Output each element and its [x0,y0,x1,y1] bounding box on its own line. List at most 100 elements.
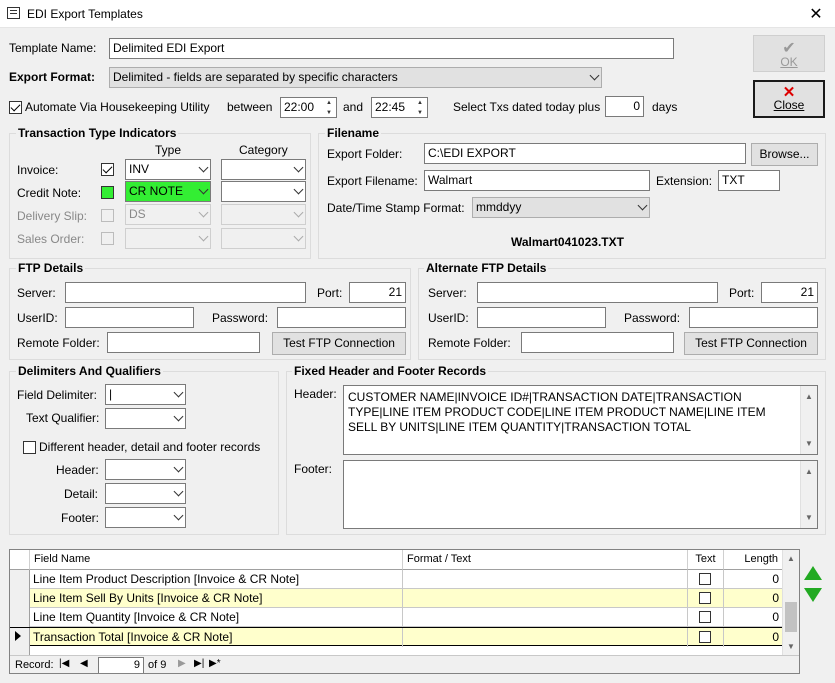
move-down-icon[interactable] [804,588,822,602]
text-checkbox[interactable] [699,611,711,623]
footer-scrollbar[interactable]: ▲ ▼ [800,461,817,528]
field-name-cell[interactable]: Line Item Product Description [Invoice &… [30,570,403,589]
field-name-cell[interactable]: Line Item Sell By Units [Invoice & CR No… [30,589,403,608]
col-text[interactable]: Text [688,550,724,570]
length-cell[interactable]: 0 [724,589,783,608]
last-record-icon[interactable]: ▶| [194,658,204,669]
scroll-thumb[interactable] [785,602,797,632]
spin-down-icon[interactable]: ▼ [322,108,336,117]
ftp-server-input[interactable] [65,282,306,303]
field-delimiter-select[interactable]: | [105,384,186,405]
spin-up-icon[interactable]: ▲ [322,98,336,108]
ftp-password-input[interactable] [277,307,406,328]
delim-footer-select[interactable] [105,507,186,528]
record-number-input[interactable]: 9 [98,657,144,673]
row-selector[interactable] [10,628,30,647]
sales-order-type-select[interactable] [125,228,211,249]
ftp-port-input[interactable]: 21 [349,282,406,303]
scroll-up-icon[interactable]: ▲ [801,389,817,404]
prev-record-icon[interactable]: ◀ [80,658,88,669]
fixed-footer-textarea[interactable]: ▲ ▼ [343,460,818,529]
table-row[interactable]: Transaction Total [Invoice & CR Note] 0 [10,627,783,647]
ftp-remote-input[interactable] [107,332,260,353]
scroll-down-icon[interactable]: ▼ [801,436,817,451]
credit-note-type-select[interactable]: CR NOTE [125,181,211,202]
different-records-checkbox[interactable] [23,441,36,454]
alt-ftp-remote-input[interactable] [521,332,674,353]
credit-note-indicator[interactable] [101,186,114,199]
length-cell[interactable]: 0 [724,628,783,647]
text-cell[interactable] [688,589,724,608]
invoice-checkbox[interactable] [101,163,114,176]
delivery-slip-checkbox[interactable] [101,209,114,222]
field-name-cell[interactable]: Transaction Total [Invoice & CR Note] [30,628,403,647]
text-cell[interactable] [688,628,724,647]
new-row[interactable] [10,647,783,655]
format-cell[interactable] [403,608,688,627]
to-time-input[interactable]: 22:45 ▲ ▼ [371,97,428,118]
format-cell[interactable] [403,589,688,608]
table-row[interactable]: Line Item Quantity [Invoice & CR Note] 0 [10,608,783,627]
export-format-select[interactable]: Delimited - fields are separated by spec… [109,67,602,88]
ftp-userid-input[interactable] [65,307,194,328]
text-checkbox[interactable] [699,631,711,643]
close-button[interactable]: ✕ Close [753,80,825,118]
next-record-icon[interactable]: ▶ [178,658,186,669]
from-time-input[interactable]: 22:00 ▲ ▼ [280,97,337,118]
sales-order-category-select[interactable] [221,228,306,249]
delivery-slip-category-select[interactable] [221,204,306,225]
length-cell[interactable]: 0 [724,608,783,627]
col-length[interactable]: Length [724,550,783,570]
alt-ftp-server-input[interactable] [477,282,718,303]
move-up-icon[interactable] [804,566,822,580]
header-scrollbar[interactable]: ▲ ▼ [800,386,817,454]
col-format-text[interactable]: Format / Text [403,550,688,570]
export-folder-input[interactable]: C:\EDI EXPORT [424,143,746,164]
ok-button[interactable]: ✔ OK [753,35,825,72]
row-selector[interactable] [10,589,30,608]
row-selector[interactable] [10,608,30,627]
invoice-category-select[interactable] [221,159,306,180]
delivery-slip-type-select[interactable]: DS [125,204,211,225]
text-cell[interactable] [688,608,724,627]
spin-down-icon[interactable]: ▼ [413,108,427,117]
alt-ftp-port-input[interactable]: 21 [761,282,818,303]
automate-checkbox[interactable] [9,101,22,114]
length-cell[interactable]: 0 [724,570,783,589]
text-cell[interactable] [688,570,724,589]
fixed-header-textarea[interactable]: CUSTOMER NAME|INVOICE ID#|TRANSACTION DA… [343,385,818,455]
row-selector[interactable] [10,570,30,589]
scroll-down-icon[interactable]: ▼ [801,510,817,525]
template-name-input[interactable]: Delimited EDI Export [109,38,674,59]
grid-scrollbar[interactable]: ▲ ▼ [782,550,799,655]
stamp-format-select[interactable]: mmddyy [472,197,650,218]
sales-order-checkbox[interactable] [101,232,114,245]
table-row[interactable]: Line Item Sell By Units [Invoice & CR No… [10,589,783,608]
extension-input[interactable]: TXT [718,170,780,191]
alt-ftp-userid-input[interactable] [477,307,606,328]
format-cell[interactable] [403,628,688,647]
close-window-icon[interactable]: ✕ [806,4,826,24]
delim-header-select[interactable] [105,459,186,480]
alt-ftp-test-button[interactable]: Test FTP Connection [684,332,818,355]
invoice-type-select[interactable]: INV [125,159,211,180]
format-cell[interactable] [403,570,688,589]
days-input[interactable]: 0 [605,96,644,117]
scroll-up-icon[interactable]: ▲ [801,464,817,479]
text-checkbox[interactable] [699,592,711,604]
first-record-icon[interactable]: |◀ [59,658,69,669]
scroll-down-icon[interactable]: ▼ [783,642,799,651]
table-row[interactable]: Line Item Product Description [Invoice &… [10,570,783,589]
scroll-up-icon[interactable]: ▲ [783,554,799,563]
row-selector[interactable] [10,647,30,655]
text-qualifier-select[interactable] [105,408,186,429]
alt-ftp-password-input[interactable] [689,307,818,328]
col-field-name[interactable]: Field Name [30,550,403,570]
credit-note-category-select[interactable] [221,181,306,202]
delim-detail-select[interactable] [105,483,186,504]
new-record-icon[interactable]: ▶* [209,658,221,669]
field-name-cell[interactable]: Line Item Quantity [Invoice & CR Note] [30,608,403,627]
text-checkbox[interactable] [699,573,711,585]
export-filename-input[interactable]: Walmart [424,170,650,191]
ftp-test-button[interactable]: Test FTP Connection [272,332,406,355]
